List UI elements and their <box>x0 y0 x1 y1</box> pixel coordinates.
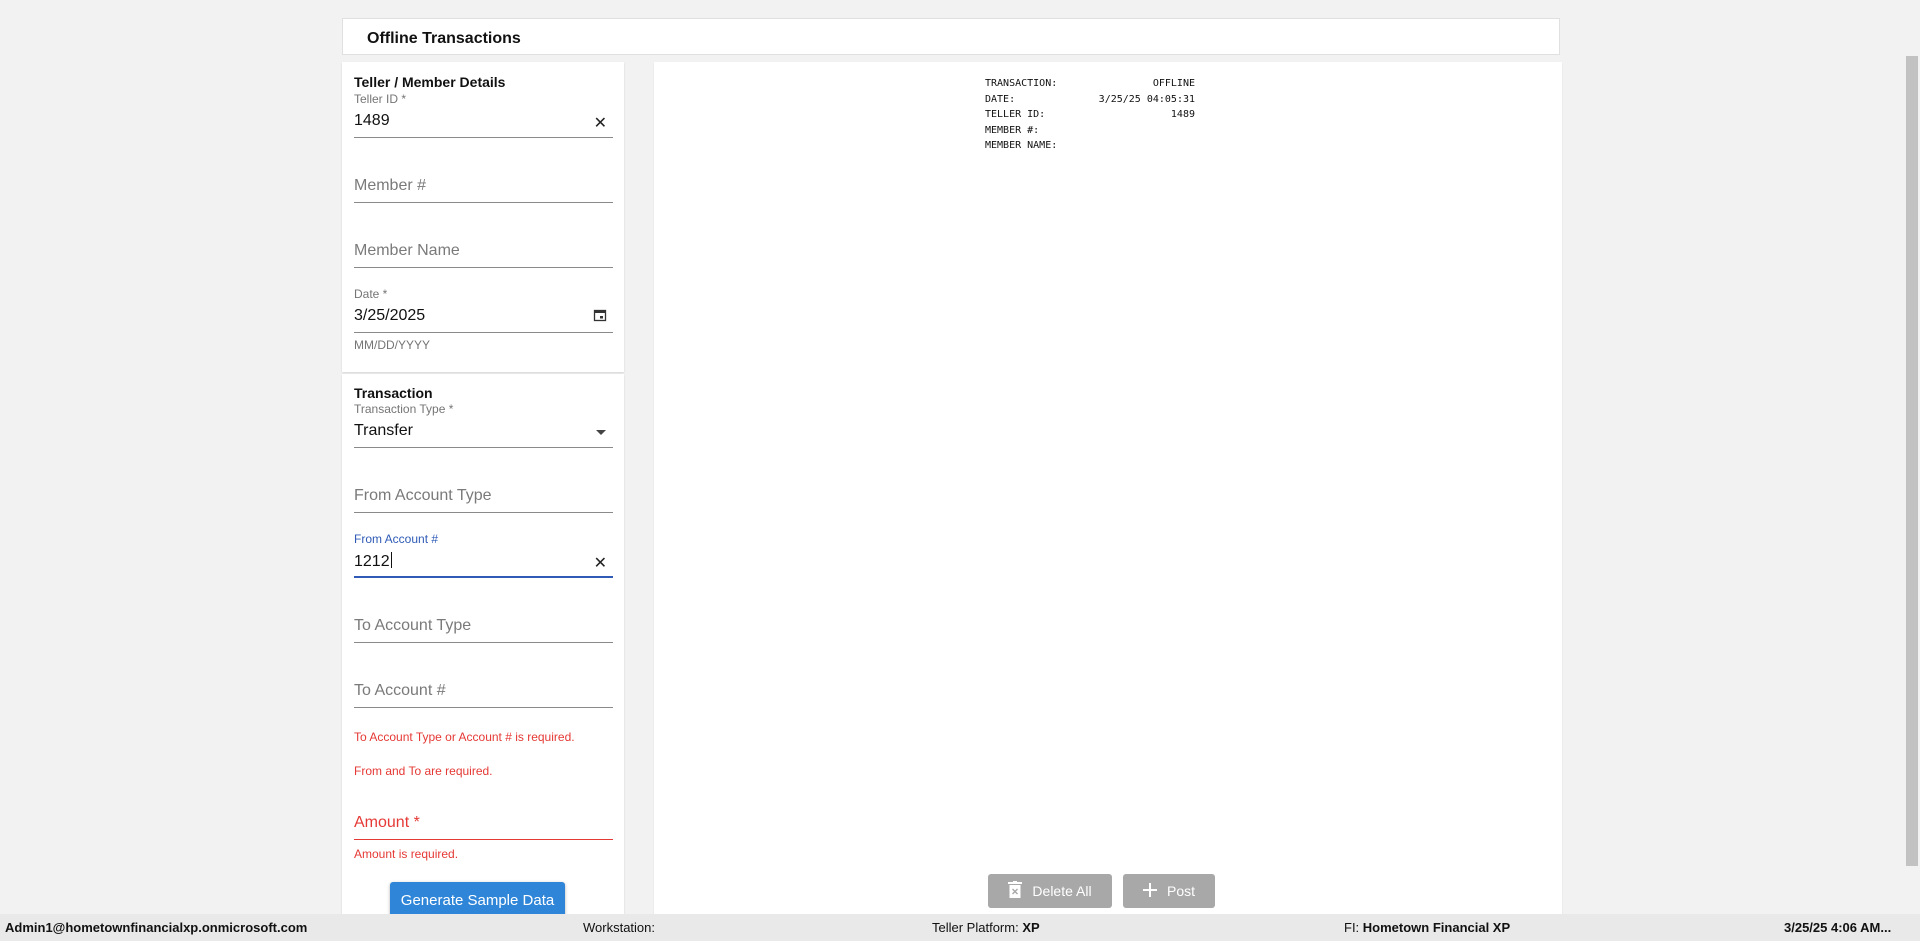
page-scrollbar-thumb[interactable] <box>1906 56 1918 866</box>
date-helper-text: MM/DD/YYYY <box>354 338 431 352</box>
to-account-number-underline <box>354 707 613 708</box>
receipt-preview-panel: TRANSACTION: OFFLINE DATE: 3/25/25 04:05:31… <box>654 62 1562 914</box>
member-number-placeholder: Member # <box>354 177 427 194</box>
receipt-row: MEMBER #: <box>985 123 1195 139</box>
from-account-number-label: From Account # <box>354 532 439 546</box>
to-account-type-placeholder: To Account Type <box>354 617 472 634</box>
receipt-row-label: TRANSACTION: <box>985 78 1058 89</box>
calendar-icon[interactable] <box>593 308 607 327</box>
post-button[interactable]: Post <box>1123 874 1215 908</box>
receipt-text: TRANSACTION: OFFLINE DATE: 3/25/25 04:05:31… <box>985 76 1195 154</box>
member-name-field[interactable]: Member Name <box>354 222 613 270</box>
transaction-section-title: Transaction <box>354 385 433 401</box>
dropdown-arrow-icon[interactable] <box>595 424 607 442</box>
amount-error: Amount is required. <box>354 847 459 861</box>
trash-icon <box>1008 881 1023 901</box>
to-account-number-field[interactable]: To Account # <box>354 662 613 710</box>
to-account-type-underline <box>354 642 613 643</box>
status-bar: Admin1@hometownfinancialxp.onmicrosoft.c… <box>0 914 1920 941</box>
status-fi: FI: Hometown Financial XP <box>1344 920 1510 935</box>
amount-field[interactable]: Amount * <box>354 794 613 842</box>
member-name-placeholder: Member Name <box>354 242 460 259</box>
status-workstation: Workstation: <box>583 920 655 935</box>
from-account-type-underline <box>354 512 613 513</box>
receipt-row: TELLER ID: 1489 <box>985 107 1195 123</box>
date-underline <box>354 332 613 333</box>
transaction-type-select[interactable]: Transaction Type * Transfer <box>354 402 613 450</box>
teller-id-field[interactable]: Teller ID * 1489 ✕ <box>354 92 613 140</box>
from-account-number-input[interactable]: 1212 <box>354 552 392 571</box>
from-account-type-field[interactable]: From Account Type <box>354 467 613 515</box>
receipt-row-label: MEMBER NAME: <box>985 140 1058 151</box>
amount-underline <box>354 839 613 840</box>
status-platform: Teller Platform: XP <box>932 920 1040 935</box>
receipt-row-label: DATE: <box>985 93 1016 105</box>
transaction-type-value[interactable]: Transfer <box>354 422 413 440</box>
from-to-error: From and To are required. <box>354 764 493 778</box>
plus-icon <box>1142 882 1157 900</box>
from-account-number-field[interactable]: From Account # 1212 ✕ <box>354 532 613 580</box>
from-account-type-placeholder: From Account Type <box>354 487 492 504</box>
amount-placeholder: Amount * <box>354 814 420 831</box>
receipt-row-value: 1489 <box>1170 109 1195 120</box>
fi-value: Hometown Financial XP <box>1362 920 1511 935</box>
receipt-row: DATE: 3/25/25 04:05:31 <box>985 92 1195 108</box>
fi-label: FI: <box>1344 920 1360 935</box>
platform-label: Teller Platform: <box>932 920 1019 935</box>
date-label: Date * <box>354 287 388 301</box>
receipt-row-value: 3/25/25 04:05:31 <box>1098 93 1195 105</box>
post-label: Post <box>1166 883 1195 899</box>
generate-sample-data-button[interactable]: Generate Sample Data <box>390 882 565 918</box>
delete-all-label: Delete All <box>1032 883 1092 899</box>
to-account-error: To Account Type or Account # is required… <box>354 730 575 744</box>
transaction-panel: Transaction Transaction Type * Transfer … <box>342 374 624 918</box>
page-title: Offline Transactions <box>367 30 521 47</box>
text-caret <box>390 552 392 568</box>
receipt-row: TRANSACTION: OFFLINE <box>985 76 1195 92</box>
to-account-type-field[interactable]: To Account Type <box>354 597 613 645</box>
member-name-underline <box>354 267 613 268</box>
member-number-underline <box>354 202 613 203</box>
transaction-type-label: Transaction Type * <box>354 402 454 416</box>
teller-id-label: Teller ID * <box>354 92 407 106</box>
status-user: Admin1@hometownfinancialxp.onmicrosoft.c… <box>5 920 308 935</box>
receipt-row-label: TELLER ID: <box>985 109 1046 120</box>
date-field[interactable]: Date * 3/25/2025 <box>354 287 613 335</box>
status-datetime: 3/25/25 4:06 AM... <box>1784 920 1892 935</box>
workstation-label: Workstation: <box>583 920 656 935</box>
page-header: Offline Transactions <box>342 18 1560 55</box>
member-number-field[interactable]: Member # <box>354 157 613 205</box>
close-icon[interactable]: ✕ <box>594 113 607 133</box>
teller-id-underline <box>354 137 613 138</box>
receipt-row-label: MEMBER #: <box>985 124 1040 136</box>
platform-value: XP <box>1022 920 1040 935</box>
close-icon[interactable]: ✕ <box>594 553 607 573</box>
to-account-number-placeholder: To Account # <box>354 682 446 699</box>
date-value[interactable]: 3/25/2025 <box>354 307 425 325</box>
delete-all-button[interactable]: Delete All <box>988 874 1112 908</box>
from-account-number-value: 1212 <box>354 553 390 570</box>
receipt-row: MEMBER NAME: <box>985 138 1195 154</box>
details-section-title: Teller / Member Details <box>354 74 506 90</box>
receipt-row-value: OFFLINE <box>1152 78 1195 89</box>
teller-member-details-panel: Teller / Member Details Teller ID * 1489… <box>342 62 624 372</box>
from-account-number-underline <box>354 576 613 578</box>
teller-id-value[interactable]: 1489 <box>354 112 390 130</box>
transaction-type-underline <box>354 447 613 448</box>
